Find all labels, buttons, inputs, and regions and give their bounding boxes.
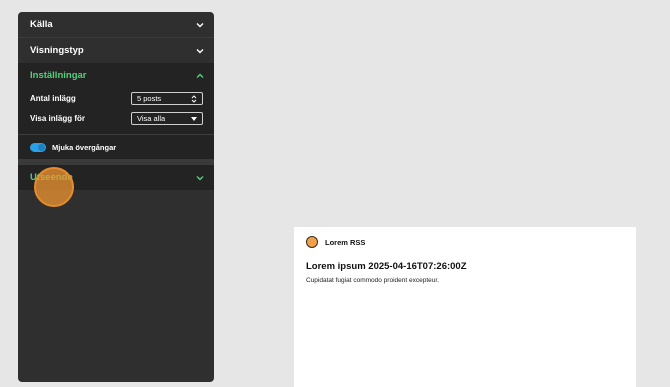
section-settings-label: Inställningar	[30, 70, 87, 81]
section-view-type[interactable]: Visningstyp	[18, 38, 214, 63]
show-posts-for-select[interactable]: Visa alla	[131, 111, 203, 125]
show-posts-for-value: Visa alla	[137, 113, 166, 123]
post-count-label: Antal inlägg	[30, 93, 76, 103]
chevron-up-icon	[196, 73, 204, 78]
post-title[interactable]: Lorem ipsum 2025-04-16T07:26:00Z	[306, 261, 636, 272]
section-settings[interactable]: Inställningar	[18, 63, 214, 88]
post-excerpt: Cupidatat fugiat commodo proident except…	[306, 277, 439, 284]
post-count-stepper[interactable]: 5 posts	[131, 91, 203, 105]
click-indicator	[34, 167, 74, 207]
stepper-icon	[191, 94, 197, 103]
chevron-down-icon	[196, 48, 204, 53]
feed-preview-card: Lorem RSS Lorem ipsum 2025-04-16T07:26:0…	[294, 227, 636, 387]
smooth-transitions-label: Mjuka övergångar	[52, 142, 117, 152]
show-posts-for-setting: Visa inlägg för Visa alla	[18, 108, 214, 128]
chevron-down-icon	[196, 175, 204, 180]
section-view-type-label: Visningstyp	[30, 45, 84, 56]
settings-section: Inställningar Antal inlägg 5 posts Visa …	[18, 63, 214, 159]
chevron-down-icon	[196, 22, 204, 27]
dropdown-caret-icon	[191, 116, 197, 121]
show-posts-for-label: Visa inlägg för	[30, 113, 85, 123]
feed-header: Lorem RSS	[306, 236, 636, 248]
smooth-transitions-setting: Mjuka övergångar	[18, 135, 214, 159]
smooth-transitions-toggle[interactable]	[30, 142, 46, 152]
feed-name: Lorem RSS	[325, 237, 366, 247]
section-source-label: Källa	[30, 19, 53, 30]
post-count-setting: Antal inlägg 5 posts	[18, 88, 214, 108]
section-source[interactable]: Källa	[18, 12, 214, 37]
post-count-value: 5 posts	[137, 93, 162, 103]
feed-logo-icon	[306, 236, 318, 248]
